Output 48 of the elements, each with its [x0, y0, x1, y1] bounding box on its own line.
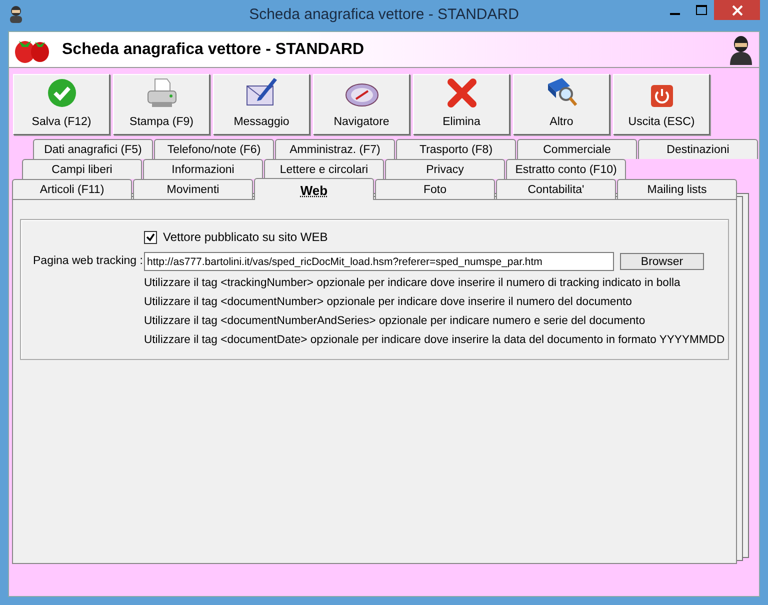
page-title: Scheda anagrafica vettore - STANDARD	[62, 40, 364, 60]
toolbar-button[interactable]: Navigatore	[313, 74, 410, 135]
field-label: Pagina web tracking :	[33, 254, 144, 269]
tab[interactable]: Privacy	[385, 159, 505, 179]
tab[interactable]: Commerciale	[517, 139, 637, 159]
close-button[interactable]	[714, 0, 760, 20]
power-icon	[650, 84, 674, 108]
window-title: Scheda anagrafica vettore - STANDARD	[248, 5, 520, 25]
close-icon	[732, 4, 742, 16]
tab[interactable]: Foto	[375, 179, 495, 199]
toolbar-button[interactable]: Salva (F12)	[13, 74, 110, 135]
tab[interactable]: Articoli (F11)	[12, 179, 132, 199]
hint-text: Utilizzare il tag <trackingNumber> opzionale per indicare dove inserire il numero di tracking indicato in bolla	[144, 277, 682, 290]
tab[interactable]: Campi liberi	[22, 159, 142, 179]
book-magnifier-icon	[546, 76, 578, 108]
printer-icon	[146, 78, 178, 108]
user-icon	[729, 35, 753, 65]
hint-text: Utilizzare il tag <documentDate> opzionale per indicare dove inserire la data del documento in formato YYYYMMDD	[144, 334, 726, 347]
envelope-pen-icon	[246, 76, 278, 108]
tab[interactable]: Destinazioni	[638, 139, 758, 159]
tab[interactable]: Estratto conto (F10)	[506, 159, 626, 179]
toolbar-button[interactable]: Elimina	[413, 74, 510, 135]
x-mark-icon	[446, 78, 476, 108]
maximize-icon	[696, 5, 706, 15]
check-icon	[46, 78, 76, 108]
tab[interactable]: Dati anagrafici (F5)	[33, 139, 153, 159]
hint-text: Utilizzare il tag <documentNumberAndSeries> opzionale per indicare numero e serie del documento	[144, 315, 646, 328]
toolbar-button[interactable]: Messaggio	[213, 74, 310, 135]
tab[interactable]: Lettere e circolari	[264, 159, 384, 179]
hint-text: Utilizzare il tag <documentNumber> opzionale per indicare dove inserire il numero del documento	[144, 296, 633, 309]
compass-icon	[344, 82, 378, 108]
tab[interactable]: Telefono/note (F6)	[154, 139, 274, 159]
toolbar-button[interactable]: Uscita (ESC)	[613, 74, 710, 135]
tab[interactable]: Movimenti	[133, 179, 253, 199]
minimize-icon	[670, 13, 680, 15]
checkbox[interactable]	[144, 230, 157, 244]
checkbox-label: Vettore pubblicato su sito WEB	[163, 229, 328, 246]
tab[interactable]: Amministraz. (F7)	[275, 139, 395, 159]
tab[interactable]: Trasporto (F8)	[396, 139, 516, 159]
toolbar-button[interactable]: Altro	[513, 74, 610, 135]
url-field[interactable]: http://as777.bartolini.it/vas/sped_ricDocMit_load.hsm?referer=sped_numspe_par.htm	[144, 252, 614, 271]
tab[interactable]: Contabilita'	[496, 179, 616, 199]
tab[interactable]: Mailing lists	[617, 179, 737, 199]
browse-button[interactable]: Browser	[620, 253, 704, 270]
tab[interactable]: Web	[254, 178, 374, 200]
toolbar-button[interactable]: Stampa (F9)	[113, 74, 210, 135]
user-icon	[8, 5, 24, 23]
tab[interactable]: Informazioni	[143, 159, 263, 179]
